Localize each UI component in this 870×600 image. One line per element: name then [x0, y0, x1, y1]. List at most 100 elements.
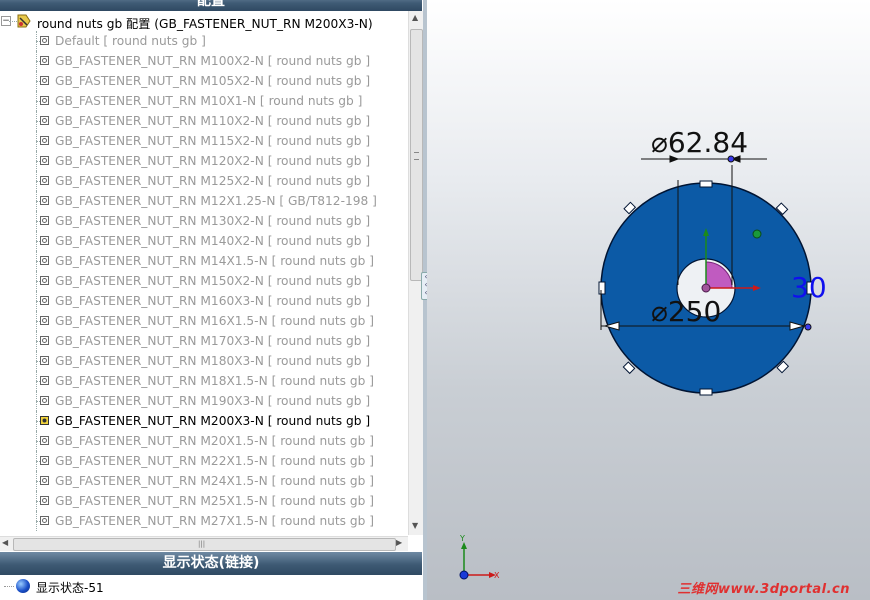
panel-header: 配置 — [0, 0, 422, 11]
configuration-item[interactable]: GB_FASTENER_NUT_RN M110X2-N [ round nuts… — [0, 111, 408, 131]
configuration-item-label: GB_FASTENER_NUT_RN M120X2-N [ round nuts… — [55, 154, 371, 168]
vertical-scroll-thumb[interactable] — [410, 29, 423, 281]
configuration-item[interactable]: GB_FASTENER_NUT_RN M12X1.25-N [ GB/T812-… — [0, 191, 408, 211]
scroll-up-arrow-icon[interactable]: ▲ — [412, 13, 418, 22]
configuration-icon — [40, 316, 49, 325]
configuration-icon — [40, 476, 49, 485]
configuration-item[interactable]: GB_FASTENER_NUT_RN M105X2-N [ round nuts… — [0, 71, 408, 91]
configuration-item[interactable]: GB_FASTENER_NUT_RN M170X3-N [ round nuts… — [0, 331, 408, 351]
configuration-icon — [40, 416, 49, 425]
tree-root[interactable]: − round nuts gb 配置 (GB_FASTENER_NUT_RN M… — [0, 11, 408, 31]
configuration-item-label: GB_FASTENER_NUT_RN M200X3-N [ round nuts… — [55, 414, 371, 428]
configuration-item[interactable]: GB_FASTENER_NUT_RN M20X1.5-N [ round nut… — [0, 431, 408, 451]
outer-diameter-label[interactable]: ⌀250 — [651, 295, 721, 328]
configuration-icon — [40, 236, 49, 245]
width-dimension-label[interactable]: 30 — [791, 271, 827, 304]
display-state-label: 显示状态-51 — [36, 581, 104, 595]
configuration-item-label: GB_FASTENER_NUT_RN M130X2-N [ round nuts… — [55, 214, 371, 228]
configuration-icon — [40, 36, 49, 45]
configuration-item[interactable]: GB_FASTENER_NUT_RN M25X1.5-N [ round nut… — [0, 491, 408, 511]
configuration-item[interactable]: GB_FASTENER_NUT_RN M27X1.5-N [ round nut… — [0, 511, 408, 531]
configuration-icon — [40, 516, 49, 525]
scroll-right-arrow-icon[interactable]: ▶ — [396, 538, 402, 547]
tree-horizontal-scrollbar[interactable]: ◀ ||| ▶ — [0, 536, 408, 551]
configuration-item[interactable]: GB_FASTENER_NUT_RN M115X2-N [ round nuts… — [0, 131, 408, 151]
scroll-left-arrow-icon[interactable]: ◀ — [2, 538, 8, 547]
tree-connector — [4, 586, 14, 587]
configuration-icon — [40, 196, 49, 205]
configuration-item-label: GB_FASTENER_NUT_RN M160X3-N [ round nuts… — [55, 294, 371, 308]
configuration-icon — [40, 376, 49, 385]
configuration-icon — [40, 256, 49, 265]
configuration-item[interactable]: GB_FASTENER_NUT_RN M10X1-N [ round nuts … — [0, 91, 408, 111]
configuration-item[interactable]: GB_FASTENER_NUT_RN M200X3-N [ round nuts… — [0, 411, 408, 431]
configuration-item-label: GB_FASTENER_NUT_RN M27X1.5-N [ round nut… — [55, 514, 375, 528]
configuration-tree: − round nuts gb 配置 (GB_FASTENER_NUT_RN M… — [0, 11, 408, 535]
sketch-point[interactable] — [752, 229, 762, 239]
configuration-item[interactable]: GB_FASTENER_NUT_RN M140X2-N [ round nuts… — [0, 231, 408, 251]
configuration-item[interactable]: GB_FASTENER_NUT_RN M16X1.5-N [ round nut… — [0, 311, 408, 331]
configuration-icon — [40, 276, 49, 285]
display-state-sphere-icon — [16, 579, 30, 593]
configuration-icon — [40, 76, 49, 85]
graphics-viewport[interactable]: ⌀62.84 ⌀250 30 Y X 三维网www.3dportal.cn — [427, 0, 870, 600]
configuration-icon — [40, 296, 49, 305]
configuration-item[interactable]: GB_FASTENER_NUT_RN M22X1.5-N [ round nut… — [0, 451, 408, 471]
configuration-item[interactable]: GB_FASTENER_NUT_RN M18X1.5-N [ round nut… — [0, 371, 408, 391]
configuration-icon — [40, 336, 49, 345]
configuration-item[interactable]: GB_FASTENER_NUT_RN M190X3-N [ round nuts… — [0, 391, 408, 411]
scroll-down-arrow-icon[interactable]: ▼ — [412, 521, 418, 530]
configuration-item[interactable]: GB_FASTENER_NUT_RN M24X1.5-N [ round nut… — [0, 471, 408, 491]
configuration-item-label: GB_FASTENER_NUT_RN M24X1.5-N [ round nut… — [55, 474, 375, 488]
display-state-header: 显示状态(链接) — [0, 552, 422, 575]
configuration-icon — [40, 176, 49, 185]
configuration-item-label: GB_FASTENER_NUT_RN M110X2-N [ round nuts… — [55, 114, 371, 128]
configuration-item-label: GB_FASTENER_NUT_RN M16X1.5-N [ round nut… — [55, 314, 375, 328]
configuration-item-label: GB_FASTENER_NUT_RN M170X3-N [ round nuts… — [55, 334, 371, 348]
site-watermark: 三维网www.3dportal.cn — [677, 582, 850, 597]
configuration-item[interactable]: GB_FASTENER_NUT_RN M120X2-N [ round nuts… — [0, 151, 408, 171]
configuration-icon — [40, 156, 49, 165]
configuration-icon — [40, 496, 49, 505]
configuration-item[interactable]: GB_FASTENER_NUT_RN M125X2-N [ round nuts… — [0, 171, 408, 191]
configuration-item[interactable]: GB_FASTENER_NUT_RN M180X3-N [ round nuts… — [0, 351, 408, 371]
configuration-item[interactable]: Default [ round nuts gb ] — [0, 31, 408, 51]
configuration-item[interactable]: GB_FASTENER_NUT_RN M160X3-N [ round nuts… — [0, 291, 408, 311]
configuration-item[interactable]: GB_FASTENER_NUT_RN M150X2-N [ round nuts… — [0, 271, 408, 291]
configuration-list: Default [ round nuts gb ] GB_FASTENER_NUT… — [0, 31, 408, 531]
configuration-manager-panel: 配置 − round nuts gb 配置 (GB_FASTENER_NUT_R… — [0, 0, 423, 600]
horizontal-scroll-thumb[interactable]: ||| — [13, 538, 396, 551]
configuration-item-label: GB_FASTENER_NUT_RN M14X1.5-N [ round nut… — [55, 254, 375, 268]
inner-diameter-label[interactable]: ⌀62.84 — [651, 126, 748, 159]
configuration-item-label: GB_FASTENER_NUT_RN M105X2-N [ round nuts… — [55, 74, 371, 88]
configuration-item[interactable]: GB_FASTENER_NUT_RN M14X1.5-N [ round nut… — [0, 251, 408, 271]
configuration-item-label: GB_FASTENER_NUT_RN M150X2-N [ round nuts… — [55, 274, 371, 288]
configuration-item-label: GB_FASTENER_NUT_RN M125X2-N [ round nuts… — [55, 174, 371, 188]
configuration-icon — [40, 216, 49, 225]
configuration-item-label: GB_FASTENER_NUT_RN M140X2-N [ round nuts… — [55, 234, 371, 248]
configuration-icon — [40, 396, 49, 405]
configuration-item-label: Default [ round nuts gb ] — [55, 34, 206, 48]
configuration-root-icon — [17, 14, 31, 28]
grip-icon — [414, 152, 419, 160]
configuration-item-label: GB_FASTENER_NUT_RN M190X3-N [ round nuts… — [55, 394, 371, 408]
configuration-item-label: GB_FASTENER_NUT_RN M18X1.5-N [ round nut… — [55, 374, 375, 388]
configuration-item-label: GB_FASTENER_NUT_RN M10X1-N [ round nuts … — [55, 94, 363, 108]
configuration-icon — [40, 96, 49, 105]
view-triad: Y X — [459, 534, 500, 580]
configuration-item-label: GB_FASTENER_NUT_RN M20X1.5-N [ round nut… — [55, 434, 375, 448]
configuration-item[interactable]: GB_FASTENER_NUT_RN M130X2-N [ round nuts… — [0, 211, 408, 231]
configuration-item-label: GB_FASTENER_NUT_RN M22X1.5-N [ round nut… — [55, 454, 375, 468]
configuration-icon — [40, 456, 49, 465]
configuration-icon — [40, 116, 49, 125]
configuration-item-label: GB_FASTENER_NUT_RN M115X2-N [ round nuts… — [55, 134, 371, 148]
model-view[interactable]: ⌀62.84 ⌀250 30 Y X — [427, 0, 870, 600]
configuration-icon — [40, 436, 49, 445]
configuration-icon — [40, 136, 49, 145]
triad-x-label: X — [494, 571, 500, 580]
tree-root-label: round nuts gb 配置 (GB_FASTENER_NUT_RN M20… — [37, 17, 373, 31]
configuration-item-label: GB_FASTENER_NUT_RN M12X1.25-N [ GB/T812-… — [55, 194, 377, 208]
configuration-item-label: GB_FASTENER_NUT_RN M100X2-N [ round nuts… — [55, 54, 371, 68]
configuration-item[interactable]: GB_FASTENER_NUT_RN M100X2-N [ round nuts… — [0, 51, 408, 71]
configuration-icon — [40, 56, 49, 65]
